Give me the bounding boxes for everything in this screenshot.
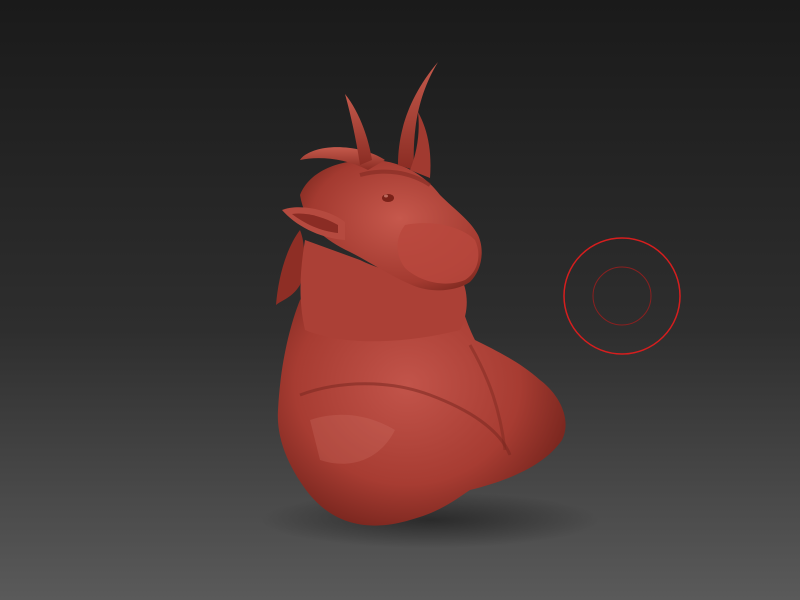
- sculpt-viewport[interactable]: [0, 0, 800, 600]
- model-eye: [382, 194, 394, 202]
- brush-outer-ring: [563, 237, 681, 355]
- brush-inner-ring: [592, 266, 652, 326]
- model-hair-tuft: [276, 230, 305, 305]
- model-eye-highlight: [384, 194, 388, 198]
- brush-cursor[interactable]: [562, 236, 682, 356]
